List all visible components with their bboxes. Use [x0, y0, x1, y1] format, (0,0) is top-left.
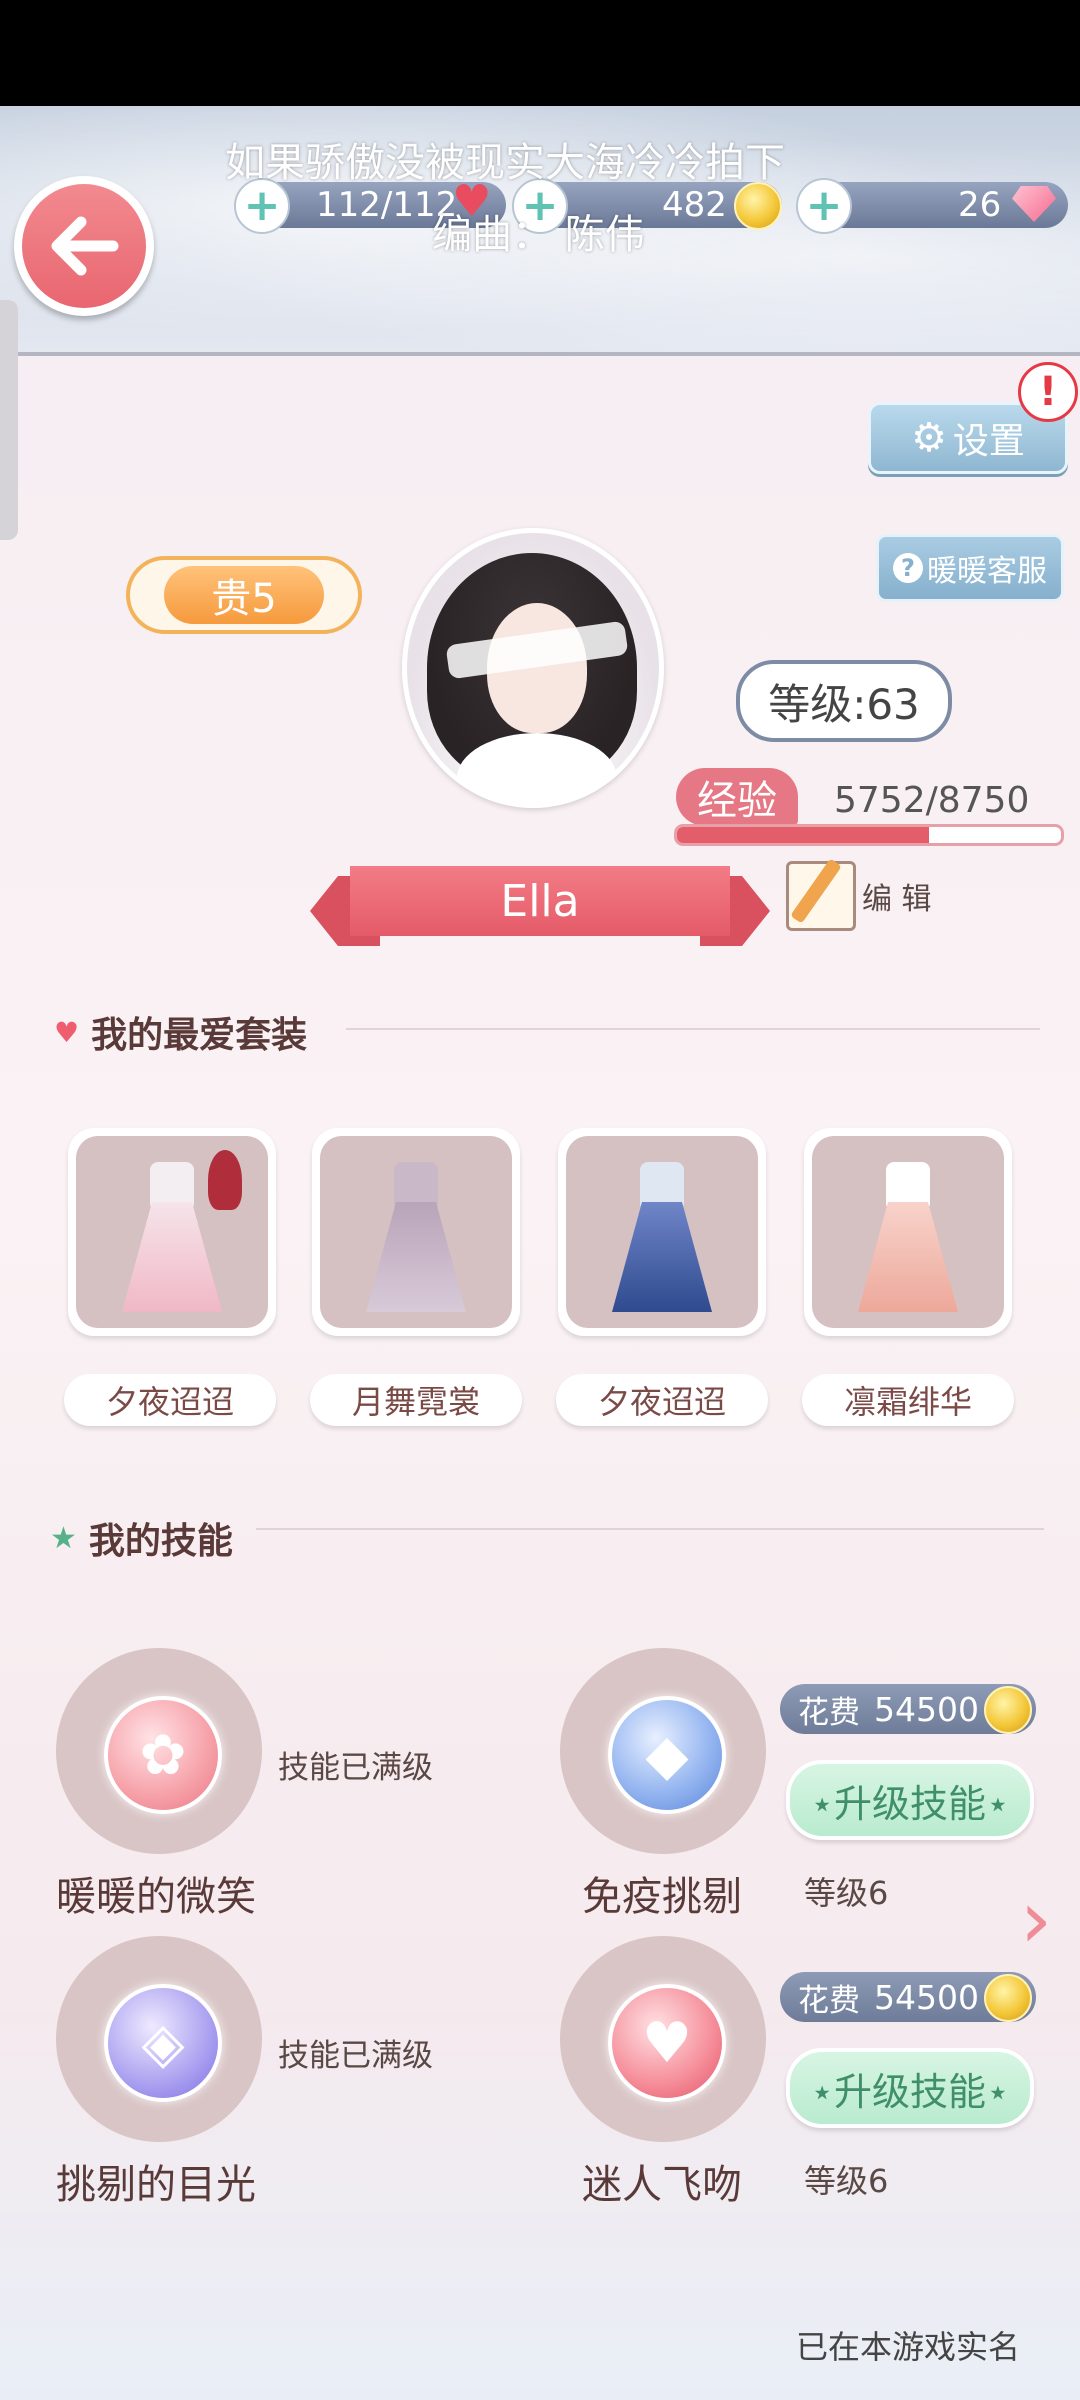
gear-icon: ⚙: [911, 415, 947, 461]
favorites-section-title: ♥ 我的最爱套装: [54, 1006, 307, 1058]
skill-1-status: 技能已满级: [278, 1750, 433, 1786]
outfit-thumbnail: [566, 1136, 758, 1328]
outfit-dress-icon: [122, 1162, 222, 1312]
skill-3-status: 技能已满级: [278, 2038, 433, 2074]
star-icon: ★: [50, 1520, 77, 1556]
outfit-thumbnail: [76, 1136, 268, 1328]
outfit-name-2: 月舞霓裳: [310, 1374, 522, 1426]
back-button[interactable]: [14, 176, 154, 316]
skill-4-name: 迷人飞吻: [582, 2162, 742, 2208]
outfit-name-1: 夕夜迢迢: [64, 1374, 276, 1426]
vip-badge[interactable]: 贵5: [126, 556, 362, 634]
skills-section-title: ★ 我的技能: [50, 1512, 233, 1564]
favorite-outfit-4[interactable]: [804, 1128, 1012, 1336]
cost-value: 54500: [874, 1977, 979, 2017]
player-name: Ella: [350, 866, 730, 936]
exclamation-icon: !: [1018, 362, 1078, 422]
player-level: 等级:63: [736, 660, 952, 742]
favorite-outfit-2[interactable]: [312, 1128, 520, 1336]
outfit-dress-icon: [366, 1162, 466, 1312]
cost-value: 54500: [874, 1689, 979, 1729]
diamond-value: 26: [958, 185, 1002, 225]
avatar[interactable]: [402, 528, 664, 808]
side-drawer-handle[interactable]: [0, 300, 18, 540]
lyric-line: 如果骄傲没被现实大海冷冷拍下: [225, 140, 785, 186]
skill-2-icon-frame[interactable]: ◆: [560, 1648, 766, 1854]
exp-label: 经验: [676, 768, 798, 826]
favorites-title: 我的最爱套装: [91, 1015, 308, 1056]
question-icon: ?: [893, 553, 923, 583]
skill-2-name: 免疫挑剔: [582, 1874, 742, 1920]
service-label: 暖暖客服: [927, 554, 1047, 589]
skill-1-name: 暖暖的微笑: [56, 1874, 256, 1920]
customer-service-button[interactable]: ? 暖暖客服: [876, 534, 1064, 602]
add-diamond-button[interactable]: +: [796, 178, 852, 234]
skill-3-icon-frame[interactable]: ◈: [56, 1936, 262, 2142]
profile-screen: 112/112 + ♥ 482 + 26 + 如果骄傲没被现实大海冷冷拍下 编曲…: [0, 0, 1080, 2400]
pencil-notebook-icon: [786, 861, 856, 931]
lyric-credit: 编曲： 陈伟: [432, 212, 645, 258]
edit-name-button[interactable]: 编 辑: [786, 858, 946, 934]
name-ribbon: Ella: [310, 866, 770, 946]
favorite-outfit-3[interactable]: [558, 1128, 766, 1336]
skill-2-level: 等级6: [804, 1874, 889, 1912]
skill-3-name: 挑剔的目光: [56, 2162, 256, 2208]
outfit-thumbnail: [812, 1136, 1004, 1328]
coin-icon: [984, 1686, 1032, 1734]
outfit-name-3: 夕夜迢迢: [556, 1374, 768, 1426]
coin-icon: [984, 1974, 1032, 2022]
exp-progress-fill: [677, 827, 930, 843]
status-bar: [0, 0, 1080, 106]
vip-level: 贵5: [164, 566, 324, 624]
outfit-dress-icon: [612, 1162, 712, 1312]
cost-label: 花费: [798, 1982, 860, 2019]
flower-icon: ✿: [104, 1696, 222, 1814]
skill-4-icon-frame[interactable]: ♥: [560, 1936, 766, 2142]
cost-label: 花费: [798, 1694, 860, 1731]
favorites-divider: [346, 1028, 1040, 1030]
header-divider: [0, 352, 1080, 356]
edit-label: 编 辑: [862, 882, 932, 917]
upgrade-skill-4-button[interactable]: ⋆升级技能⋆: [786, 2048, 1034, 2128]
skill-4-level: 等级6: [804, 2162, 889, 2200]
realname-notice: 已在本游戏实名: [796, 2328, 1021, 2366]
exp-progress-bar: [674, 824, 1064, 846]
settings-label: 设置: [952, 421, 1025, 462]
upgrade-skill-2-button[interactable]: ⋆升级技能⋆: [786, 1760, 1034, 1840]
heart-icon: ♥: [608, 1984, 726, 2102]
favorite-outfit-1[interactable]: [68, 1128, 276, 1336]
outfit-dress-icon: [858, 1162, 958, 1312]
mask-icon: ◈: [104, 1984, 222, 2102]
winged-mask-icon: ◆: [608, 1696, 726, 1814]
heart-icon: ♥: [54, 1015, 80, 1049]
skills-title: 我的技能: [88, 1521, 233, 1562]
outfit-thumbnail: [320, 1136, 512, 1328]
chevron-right-icon[interactable]: ›: [1020, 1880, 1052, 1960]
gold-value: 482: [662, 185, 727, 225]
outfit-name-4: 凛霜绯华: [802, 1374, 1014, 1426]
skills-divider: [256, 1528, 1044, 1530]
skill-1-icon-frame[interactable]: ✿: [56, 1648, 262, 1854]
coin-icon: [734, 182, 782, 230]
back-arrow-icon: [22, 184, 146, 308]
exp-value: 5752/8750: [834, 780, 1030, 821]
